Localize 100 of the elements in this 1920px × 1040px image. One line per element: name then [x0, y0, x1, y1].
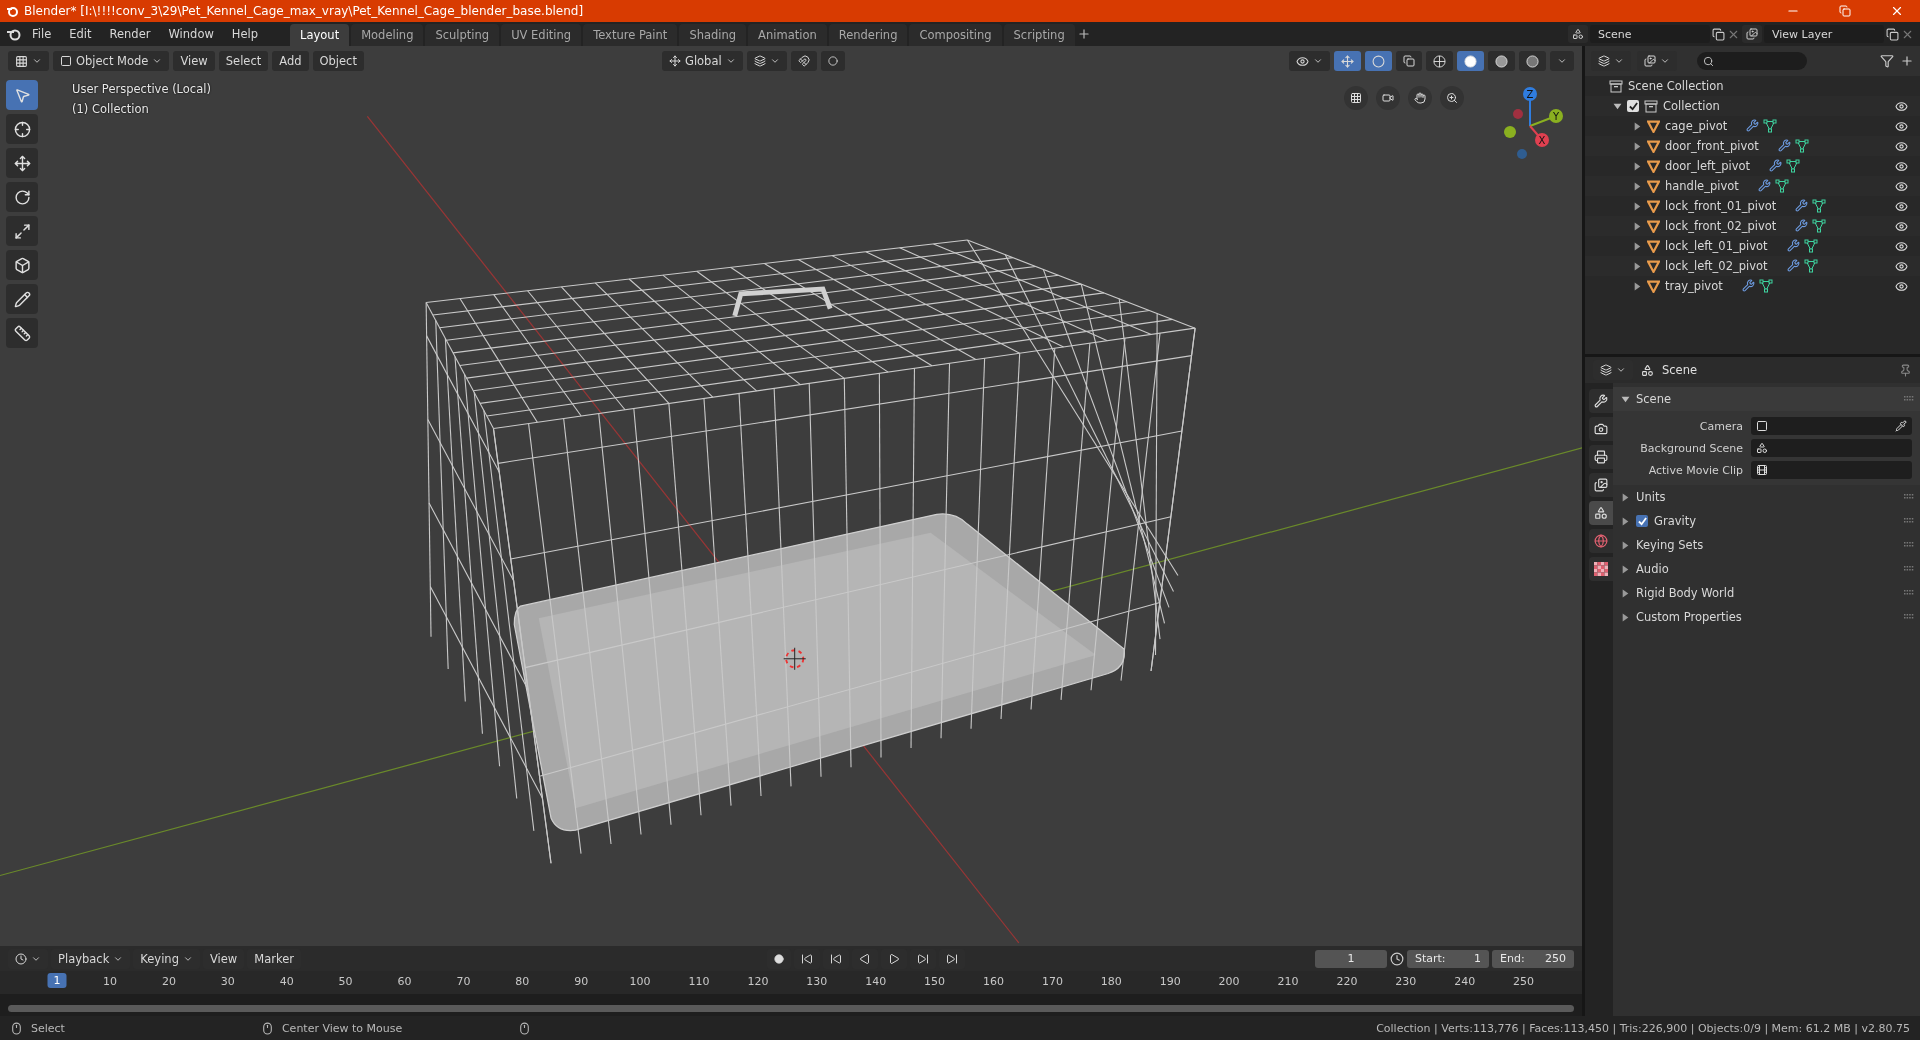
- properties-tab[interactable]: [1589, 417, 1613, 441]
- workspace-tab[interactable]: Rendering: [828, 24, 908, 46]
- properties-tab[interactable]: [1589, 501, 1613, 525]
- shading-button[interactable]: [1457, 51, 1484, 71]
- frame-ruler[interactable]: 1 10 20 30 40 50 60 70 80 90 100 110 120 130 140 150 160 170 180 190 200 210 220 230 240 250: [0, 971, 1582, 994]
- mesh-icon[interactable]: [1786, 159, 1801, 173]
- mesh-icon[interactable]: [1803, 239, 1818, 253]
- xray-button[interactable]: [1396, 51, 1422, 71]
- menu-item[interactable]: File: [24, 24, 60, 44]
- outliner-item[interactable]: tray_pivot: [1665, 279, 1723, 293]
- view-layer-icon[interactable]: [1742, 25, 1762, 43]
- workspace-tab[interactable]: Animation: [748, 24, 827, 46]
- select-tool[interactable]: [6, 80, 38, 110]
- mode-dropdown[interactable]: Object Mode: [53, 51, 170, 71]
- panel-header[interactable]: Scene: [1613, 387, 1920, 411]
- pan-button[interactable]: [1408, 86, 1432, 110]
- stopwatch-icon[interactable]: [1390, 951, 1404, 966]
- visibility-icon[interactable]: [1895, 179, 1908, 193]
- visibility-icon[interactable]: [1895, 219, 1908, 233]
- wrench-icon[interactable]: [1786, 259, 1800, 272]
- shading-button[interactable]: [1426, 51, 1453, 71]
- drag-handle-icon[interactable]: [1904, 614, 1914, 620]
- wrench-icon[interactable]: [1777, 139, 1791, 152]
- mesh-icon[interactable]: [1812, 199, 1827, 213]
- start-frame-field[interactable]: Start: 1: [1407, 949, 1489, 968]
- header-menu[interactable]: Add: [272, 51, 309, 71]
- input-field[interactable]: [1751, 439, 1912, 457]
- input-field[interactable]: [1751, 461, 1912, 479]
- header-menu[interactable]: Object: [312, 51, 364, 71]
- menu-item[interactable]: Edit: [61, 24, 100, 44]
- header-menu[interactable]: View: [173, 51, 215, 71]
- properties-tab[interactable]: [1589, 445, 1613, 469]
- mesh-icon[interactable]: [1812, 219, 1827, 233]
- snap-button[interactable]: [790, 51, 817, 71]
- expand-arrow-icon[interactable]: [1621, 564, 1630, 574]
- expand-arrow-icon[interactable]: [1621, 540, 1630, 550]
- cursor-tool[interactable]: [6, 114, 38, 144]
- scene-field[interactable]: Scene: [1590, 25, 1710, 43]
- overlay-button[interactable]: [1365, 51, 1392, 71]
- visibility-button[interactable]: [1289, 51, 1330, 71]
- app-logo-icon[interactable]: [6, 27, 22, 41]
- outliner-item[interactable]: cage_pivot: [1665, 119, 1728, 133]
- drag-handle-icon[interactable]: [1904, 566, 1914, 572]
- move-tool[interactable]: [6, 148, 38, 178]
- end-frame-field[interactable]: End: 250: [1492, 949, 1574, 968]
- orientation-dropdown[interactable]: Global: [661, 51, 743, 71]
- copy-icon[interactable]: [1712, 27, 1725, 41]
- drag-handle-icon[interactable]: [1904, 590, 1914, 596]
- outliner-item[interactable]: lock_front_01_pivot: [1665, 199, 1777, 213]
- copy-icon[interactable]: [1886, 27, 1899, 41]
- workspace-tab[interactable]: Layout: [290, 24, 350, 46]
- drag-handle-icon[interactable]: [1904, 518, 1914, 524]
- outliner-item[interactable]: lock_left_01_pivot: [1665, 239, 1768, 253]
- expand-arrow-icon[interactable]: [1621, 612, 1630, 622]
- visibility-icon[interactable]: [1895, 119, 1908, 133]
- visibility-icon[interactable]: [1895, 279, 1908, 293]
- playhead[interactable]: 1: [47, 973, 67, 988]
- 3d-viewport[interactable]: Object Mode View Select Add Object Global User Perspective (Local) (1) Collection Z Y X: [0, 46, 1582, 946]
- input-field[interactable]: [1751, 417, 1912, 435]
- scrollbar[interactable]: [8, 1005, 1574, 1012]
- wrench-icon[interactable]: [1746, 119, 1760, 132]
- shading-button[interactable]: [1519, 51, 1546, 71]
- properties-tab[interactable]: [1589, 473, 1613, 497]
- search-field[interactable]: [1697, 52, 1807, 70]
- wrench-icon[interactable]: [1741, 279, 1755, 292]
- visibility-icon[interactable]: [1895, 99, 1908, 113]
- workspace-tab[interactable]: Sculpting: [425, 24, 500, 46]
- checkbox[interactable]: [1627, 100, 1639, 112]
- workspace-tab[interactable]: Compositing: [909, 24, 1002, 46]
- expand-arrow-icon[interactable]: [1621, 492, 1630, 502]
- mesh-icon[interactable]: [1803, 259, 1818, 273]
- rotate-tool[interactable]: [6, 182, 38, 212]
- visibility-icon[interactable]: [1895, 139, 1908, 153]
- workspace-tab[interactable]: Texture Paint: [583, 24, 678, 46]
- outliner-item[interactable]: Collection: [1663, 99, 1720, 113]
- wrench-icon[interactable]: [1795, 199, 1809, 212]
- ruler-tool[interactable]: [6, 318, 38, 348]
- add-workspace-icon[interactable]: [1076, 27, 1091, 41]
- drag-handle-icon[interactable]: [1904, 542, 1914, 548]
- scene-icon[interactable]: [1568, 25, 1588, 43]
- visibility-icon[interactable]: [1895, 239, 1908, 253]
- mesh-icon[interactable]: [1758, 279, 1773, 293]
- visibility-icon[interactable]: [1895, 199, 1908, 213]
- properties-tab[interactable]: [1589, 557, 1613, 581]
- outliner-item[interactable]: Scene Collection: [1628, 79, 1724, 93]
- menu-item[interactable]: Render: [101, 24, 159, 44]
- view-layer-field[interactable]: View Layer: [1764, 25, 1884, 43]
- mesh-icon[interactable]: [1774, 179, 1789, 193]
- outliner-item[interactable]: handle_pivot: [1665, 179, 1739, 193]
- editor-type-button[interactable]: [8, 51, 49, 71]
- outliner-item[interactable]: lock_front_02_pivot: [1665, 219, 1777, 233]
- navigation-gizmo[interactable]: Z Y X: [1490, 84, 1570, 164]
- workspace-tab[interactable]: UV Editing: [501, 24, 582, 46]
- new-collection-icon[interactable]: [1900, 54, 1914, 68]
- grid-view-button[interactable]: [1344, 86, 1368, 110]
- outliner-item[interactable]: door_front_pivot: [1665, 139, 1759, 153]
- proportional-button[interactable]: [820, 51, 845, 71]
- pivot-button[interactable]: [746, 51, 787, 71]
- scale-tool[interactable]: [6, 216, 38, 246]
- workspace-tab[interactable]: Shading: [679, 24, 747, 46]
